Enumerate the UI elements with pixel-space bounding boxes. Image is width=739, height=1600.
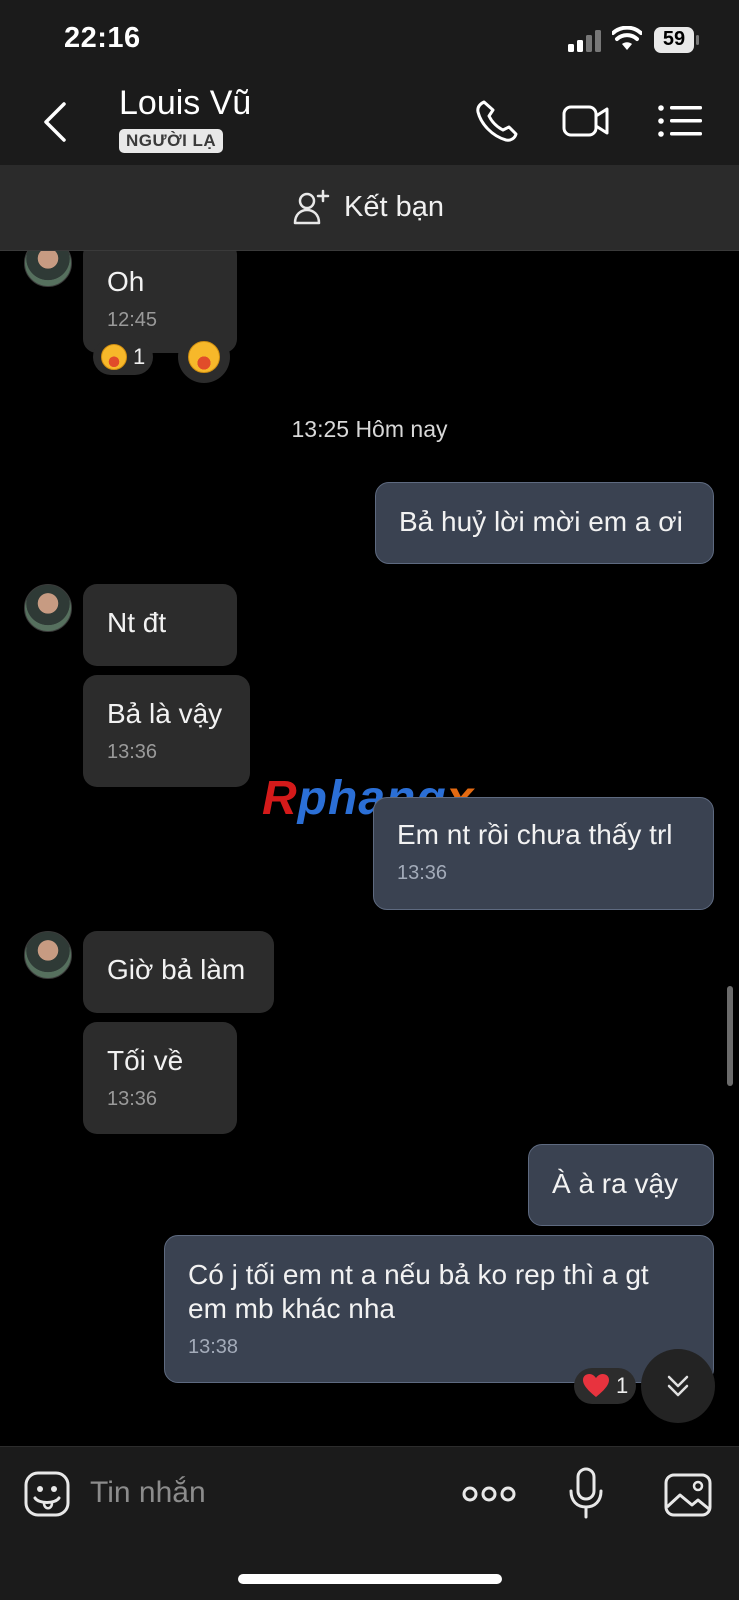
battery-level: 59 [662,28,686,50]
reaction-summary[interactable]: 1 [93,339,154,375]
contact-avatar[interactable] [24,931,72,979]
contact-avatar[interactable] [24,584,72,632]
home-indicator [238,1574,502,1584]
scrollbar[interactable] [727,986,733,1086]
more-icon[interactable] [462,1479,516,1509]
composer-bar [0,1446,739,1600]
laugh-emoji-icon [101,344,127,370]
message-text: Em nt rồi chưa thấy trl [397,819,673,850]
reaction-count: 1 [133,344,146,369]
message-list[interactable]: Oh 12:45 1 13:25 Hôm nay Bả huỷ lời mời … [0,251,739,1446]
stranger-badge: NGƯỜI LẠ [119,129,224,153]
reaction-summary[interactable]: 1 [574,1368,637,1404]
message-time: 12:45 [107,309,158,331]
add-friend-bar: Kết bạn [0,165,739,251]
message-bubble-outgoing[interactable]: Em nt rồi chưa thấy trl 13:36 [373,797,714,910]
message-bubble-incoming[interactable]: Tối về 13:36 [83,1022,237,1134]
status-bar: 22:16 59 [0,0,739,80]
message-text: Bả huỷ lời mời em a ơi [399,506,683,537]
menu-icon[interactable] [656,98,704,144]
message-input[interactable] [90,1461,430,1525]
add-friend-icon [293,189,330,225]
video-call-icon[interactable] [562,98,610,144]
message-time: 13:36 [107,741,158,763]
message-time: 13:36 [397,862,448,884]
contact-avatar[interactable] [24,251,72,287]
reaction-count: 1 [616,1373,629,1398]
message-text: Nt đt [107,607,167,638]
scroll-down-icon [667,1375,689,1397]
chat-header: Louis Vũ NGƯỜI LẠ [0,80,739,165]
message-text: Bả là vậy [107,698,223,729]
message-bubble-incoming[interactable]: Giờ bả làm [83,931,274,1013]
add-friend-button[interactable]: Kết bạn [292,185,444,229]
mic-icon[interactable] [568,1467,604,1519]
date-separator: 13:25 Hôm nay [291,416,448,442]
battery-icon: 59 [654,27,700,53]
scroll-to-bottom-button[interactable] [641,1349,715,1423]
message-time: 13:36 [107,1088,158,1110]
message-bubble-incoming[interactable]: Nt đt [83,584,237,666]
message-text: Giờ bả làm [107,954,246,985]
message-bubble-outgoing[interactable]: Bả huỷ lời mời em a ơi [375,482,714,564]
heart-icon [583,1374,609,1397]
phone-icon[interactable] [474,98,522,144]
message-text: Oh [107,266,145,297]
add-friend-label: Kết bạn [344,190,444,223]
message-bubble-outgoing[interactable]: Có j tối em nt a nếu bả ko rep thì a gt … [164,1235,714,1383]
cellular-signal-icon [568,30,601,52]
status-time: 22:16 [64,22,141,54]
image-icon[interactable] [664,1473,712,1517]
message-text: Tối về [107,1045,184,1076]
message-bubble-incoming[interactable]: Bả là vậy 13:36 [83,675,250,787]
message-bubble-outgoing[interactable]: À à ra vậy [528,1144,714,1226]
message-text: Có j tối em nt a nếu bả ko rep thì a gt … [188,1259,649,1324]
message-text: À à ra vậy [552,1168,679,1199]
wifi-icon [612,26,642,50]
sticker-icon[interactable] [24,1471,70,1517]
message-time: 13:38 [188,1336,239,1358]
back-icon[interactable] [40,100,70,144]
laugh-emoji-icon [188,341,220,373]
add-reaction-button[interactable] [178,331,230,383]
contact-name[interactable]: Louis Vũ [119,84,251,123]
